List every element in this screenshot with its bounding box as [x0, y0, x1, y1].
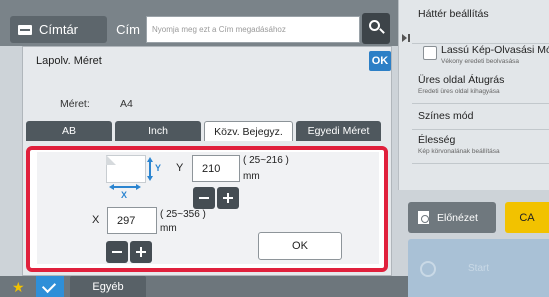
- y-plus-button[interactable]: [217, 187, 239, 209]
- x-label: X: [92, 214, 100, 226]
- sharpness-label: Élesség: [418, 134, 456, 146]
- blank-page-skip-item[interactable]: Üres oldal Átugrás Eredeti üres oldal ki…: [412, 70, 549, 104]
- search-button[interactable]: [362, 13, 390, 44]
- dialog-title: Lapolv. Méret: [36, 55, 102, 67]
- background-setting-label: Háttér beállítás: [418, 8, 489, 20]
- y-dimension-arrow-icon: [147, 157, 153, 181]
- tab-ab[interactable]: AB: [26, 121, 112, 141]
- favorite-star-icon[interactable]: ★: [12, 278, 25, 296]
- size-value: A4: [120, 98, 133, 110]
- x-minus-button[interactable]: [106, 241, 128, 263]
- slow-scan-checkbox[interactable]: [423, 46, 437, 60]
- y-minus-button[interactable]: [193, 187, 215, 209]
- x-plus-button[interactable]: [130, 241, 152, 263]
- dialog-ok-button[interactable]: OK: [369, 51, 391, 71]
- size-label: Méret:: [60, 98, 90, 110]
- directory-label: Címtár: [39, 22, 78, 37]
- checkmark-icon[interactable]: [36, 276, 64, 297]
- color-mode-label: Színes mód: [418, 110, 474, 122]
- collapse-panel-icon[interactable]: [398, 28, 412, 48]
- address-book-icon: [18, 24, 32, 35]
- tab-inch[interactable]: Inch: [115, 121, 201, 141]
- start-label: Start: [468, 263, 490, 274]
- x-axis-mark: X: [121, 190, 128, 200]
- x-value-input[interactable]: 297: [107, 207, 157, 234]
- start-icon: [420, 261, 436, 277]
- preview-button[interactable]: Előnézet: [408, 202, 496, 233]
- start-button[interactable]: Start: [408, 239, 549, 297]
- blank-page-skip-sublabel: Eredeti üres oldal kihagyása: [418, 88, 500, 95]
- y-range: ( 25~216 ): [243, 155, 289, 166]
- clear-all-button[interactable]: CA: [505, 202, 549, 233]
- slow-scan-sublabel: Vékony eredeti beolvasása: [441, 58, 520, 65]
- directory-button[interactable]: Címtár: [10, 16, 107, 43]
- name-label: Cím: [116, 22, 140, 37]
- y-unit: mm: [243, 171, 260, 182]
- custom-size-ok-button[interactable]: OK: [258, 232, 342, 260]
- tab-custom-size[interactable]: Egyedi Méret: [296, 121, 381, 141]
- sharpness-sublabel: Kép körvonalának beállítása: [418, 148, 500, 155]
- tab-direct-entry[interactable]: Közv. Bejegyz.: [204, 121, 293, 141]
- preview-icon: [418, 211, 429, 224]
- size-tabs: AB Inch Közv. Bejegyz. Egyedi Méret: [26, 121, 381, 141]
- slow-scan-item[interactable]: Lassú Kép-Olvasási Mód Vékony eredeti be…: [441, 44, 549, 65]
- blank-page-skip-label: Üres oldal Átugrás: [418, 74, 505, 86]
- y-value-input[interactable]: 210: [192, 155, 240, 182]
- x-range: ( 25~356 ): [160, 209, 206, 220]
- sharpness-item[interactable]: Élesség Kép körvonalának beállítása: [412, 130, 549, 164]
- color-mode-item[interactable]: Színes mód: [412, 104, 549, 130]
- x-unit: mm: [160, 223, 177, 234]
- address-input[interactable]: Nyomja meg ezt a Cím megadásához: [146, 16, 360, 43]
- preview-label: Előnézet: [437, 211, 478, 224]
- other-button[interactable]: Egyéb: [70, 276, 146, 297]
- paper-size-icon: [106, 155, 146, 183]
- y-axis-mark: Y: [155, 163, 162, 173]
- y-label: Y: [176, 162, 184, 174]
- background-setting-item[interactable]: Háttér beállítás: [412, 4, 549, 44]
- slow-scan-label: Lassú Kép-Olvasási Mód: [441, 44, 549, 56]
